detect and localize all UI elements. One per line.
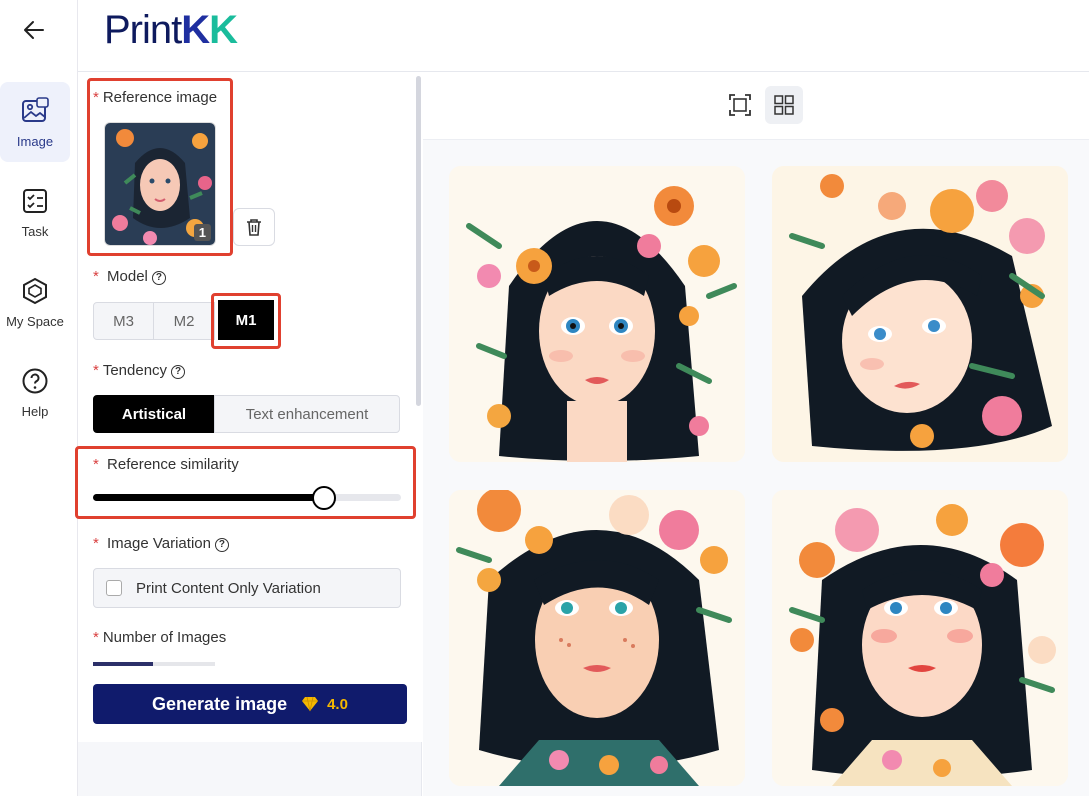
generated-portrait-image: [449, 166, 745, 462]
grid-view-button[interactable]: [765, 86, 803, 124]
question-circle-icon[interactable]: ?: [214, 538, 229, 552]
generated-portrait-image: [772, 166, 1068, 462]
back-button[interactable]: [18, 14, 50, 46]
question-circle-icon[interactable]: ?: [151, 271, 166, 285]
reference-similarity-label: * Reference similarity: [93, 456, 239, 473]
highlight-model-m1: [211, 293, 281, 349]
nav-item-label: Task: [21, 223, 49, 239]
tendency-option-artistical[interactable]: Artistical: [93, 395, 215, 433]
fullscreen-icon: [729, 94, 751, 116]
delete-reference-button[interactable]: [233, 208, 275, 246]
similarity-slider-fill: [93, 494, 324, 501]
nav-item-help[interactable]: Help: [0, 352, 70, 432]
image-count-badge: 1: [193, 224, 211, 241]
generated-image-card[interactable]: [772, 490, 1068, 786]
number-of-images-label: * Number of Images: [93, 629, 227, 646]
gallery-toolbar: [423, 72, 1089, 140]
generated-portrait-image: [772, 490, 1068, 786]
reference-image-label: * Reference image: [93, 89, 218, 106]
diamond-icon: [302, 696, 319, 712]
nav-item-label: Image: [16, 133, 54, 149]
checkbox-label: Print Content Only Variation: [136, 579, 321, 597]
model-option-m3[interactable]: M3: [93, 302, 154, 340]
help-icon: [22, 368, 48, 393]
task-icon: [23, 188, 47, 213]
question-circle-icon[interactable]: ?: [171, 365, 186, 379]
similarity-slider-track[interactable]: [93, 494, 401, 501]
generated-images-gallery: [423, 140, 1089, 796]
image-variation-label: * Image Variation?: [93, 535, 229, 552]
nav-rail: Image Task My Space Help: [0, 0, 78, 796]
tendency-option-text-enhancement[interactable]: Text enhancement: [214, 395, 400, 433]
my-space-icon: [23, 277, 47, 304]
single-view-button[interactable]: [721, 86, 759, 124]
generated-image-card[interactable]: [772, 166, 1068, 462]
model-option-m2[interactable]: M2: [153, 302, 215, 340]
nav-item-my-space[interactable]: My Space: [0, 262, 70, 342]
nav-item-task[interactable]: Task: [0, 172, 70, 252]
reference-thumbnail[interactable]: 1: [104, 122, 216, 246]
trash-icon: [247, 219, 261, 236]
generated-image-card[interactable]: [449, 166, 745, 462]
generate-label: Generate image: [152, 693, 288, 714]
credit-cost: 4.0: [327, 695, 348, 713]
printkk-logo[interactable]: PrintKK: [104, 8, 238, 53]
generated-portrait-image: [449, 490, 745, 786]
generated-image-card[interactable]: [449, 490, 745, 786]
generate-image-button[interactable]: Generate image 4.0: [93, 684, 407, 724]
nav-item-image[interactable]: Image: [0, 82, 70, 162]
similarity-slider-handle[interactable]: [312, 486, 336, 510]
print-content-only-option[interactable]: Print Content Only Variation: [93, 568, 401, 608]
nav-item-label: Help: [21, 403, 49, 419]
print-content-only-checkbox[interactable]: [106, 580, 122, 596]
tendency-label: * Tendency?: [93, 362, 186, 379]
image-icon: [22, 96, 49, 122]
model-label: * Model?: [93, 268, 166, 285]
number-of-images-control[interactable]: [93, 662, 215, 666]
top-header: PrintKK: [78, 0, 1089, 72]
arrow-left-icon: [24, 21, 44, 39]
nav-item-label: My Space: [6, 313, 64, 329]
grid-icon: [774, 95, 794, 115]
panel-scrollbar[interactable]: [416, 76, 421, 406]
